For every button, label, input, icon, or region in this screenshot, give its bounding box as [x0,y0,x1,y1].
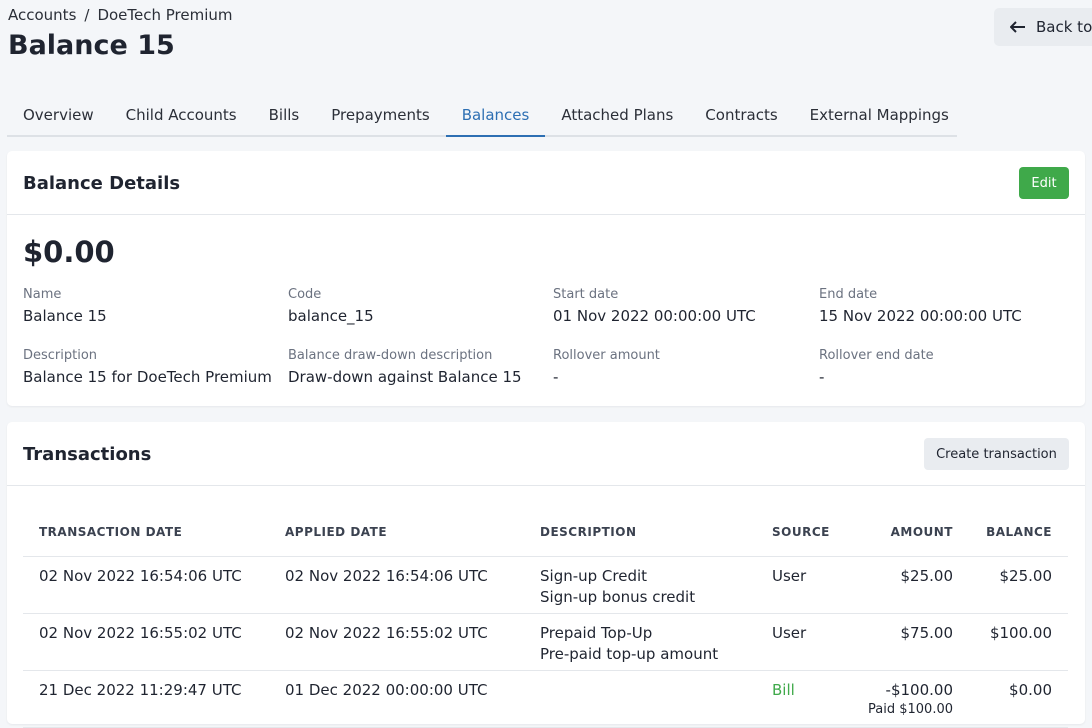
table-header-row: TRANSACTION DATE APPLIED DATE DESCRIPTIO… [23,508,1068,557]
cell-transaction-date: 21 Dec 2022 11:29:47 UTC [23,670,269,728]
arrow-left-icon [1010,21,1025,33]
balance-details-card: Balance Details Edit $0.00 Name Balance … [7,151,1085,406]
description-subtitle: Sign-up bonus credit [540,587,696,606]
table-row[interactable]: 02 Nov 2022 16:55:02 UTC 02 Nov 2022 16:… [23,613,1068,671]
cell-source: User [756,613,851,671]
column-header-source[interactable]: SOURCE [756,508,851,557]
tab-overview[interactable]: Overview [7,97,110,135]
transactions-table: TRANSACTION DATE APPLIED DATE DESCRIPTIO… [23,508,1068,728]
tab-child-accounts[interactable]: Child Accounts [110,97,253,135]
field-value: Draw-down against Balance 15 [288,368,522,386]
field-label: Balance draw-down description [288,348,493,363]
field-rollover-amount: Rollover amount - [553,348,660,386]
transactions-title: Transactions [23,444,152,465]
breadcrumb: Accounts / DoeTech Premium [8,6,233,24]
field-description: Description Balance 15 for DoeTech Premi… [23,348,272,386]
tab-balances[interactable]: Balances [445,97,546,137]
field-value: Balance 15 [23,307,107,325]
field-value: - [819,368,825,386]
description-title: Prepaid Top-Up [540,623,653,642]
table-row[interactable]: 21 Dec 2022 11:29:47 UTC 01 Dec 2022 00:… [23,670,1068,728]
amount-value: -$100.00 [885,680,953,699]
cell-balance: $100.00 [969,613,1068,671]
field-value: 15 Nov 2022 00:00:00 UTC [819,307,1022,325]
back-button-label: Back to [1036,18,1092,36]
breadcrumb-separator: / [84,6,90,24]
field-value: - [553,368,559,386]
cell-transaction-date: 02 Nov 2022 16:54:06 UTC [23,556,269,614]
create-transaction-button[interactable]: Create transaction [924,438,1069,470]
cell-applied-date: 02 Nov 2022 16:55:02 UTC [269,613,524,671]
tab-external-mappings[interactable]: External Mappings [794,97,965,135]
breadcrumb-current[interactable]: DoeTech Premium [97,6,232,24]
field-value: 01 Nov 2022 00:00:00 UTC [553,307,756,325]
tab-contracts[interactable]: Contracts [689,97,793,135]
field-label: Rollover end date [819,348,934,363]
field-label: Description [23,348,98,363]
column-header-description[interactable]: DESCRIPTION [524,508,756,557]
cell-amount: -$100.00 Paid $100.00 [851,670,969,728]
edit-button[interactable]: Edit [1019,167,1069,199]
cell-source: User [756,556,851,614]
cell-description [524,670,756,728]
description-subtitle: Pre-paid top-up amount [540,644,719,663]
description-title: Sign-up Credit [540,566,648,585]
amount-paid-note: Paid $100.00 [868,701,953,717]
field-start-date: Start date 01 Nov 2022 00:00:00 UTC [553,287,756,325]
cell-amount: $75.00 [851,613,969,671]
field-label: Rollover amount [553,348,660,363]
column-header-amount[interactable]: AMOUNT [851,508,969,557]
column-header-applied-date[interactable]: APPLIED DATE [269,508,524,557]
balance-details-title: Balance Details [23,173,181,194]
page-title: Balance 15 [8,30,175,61]
tab-prepayments[interactable]: Prepayments [315,97,445,135]
cell-transaction-date: 02 Nov 2022 16:55:02 UTC [23,613,269,671]
field-name: Name Balance 15 [23,287,107,325]
tab-bills[interactable]: Bills [253,97,316,135]
field-rollover-end-date: Rollover end date - [819,348,934,386]
cell-balance: $0.00 [969,670,1068,728]
column-header-balance[interactable]: BALANCE [969,508,1068,557]
field-drawdown-description: Balance draw-down description Draw-down … [288,348,522,386]
balance-details-header: Balance Details Edit [7,151,1085,215]
field-code: Code balance_15 [288,287,374,325]
table-row[interactable]: 02 Nov 2022 16:54:06 UTC 02 Nov 2022 16:… [23,556,1068,614]
field-value: balance_15 [288,307,374,325]
cell-source: Bill [756,670,851,728]
field-label: Code [288,287,322,302]
transactions-card: Transactions Create transaction TRANSACT… [7,422,1085,728]
field-end-date: End date 15 Nov 2022 00:00:00 UTC [819,287,1022,325]
cell-description: Prepaid Top-Up Pre-paid top-up amount [524,613,756,671]
tab-bar: Overview Child Accounts Bills Prepayment… [7,97,957,137]
field-value: Balance 15 for DoeTech Premium [23,368,272,386]
back-button[interactable]: Back to [994,8,1092,46]
source-bill-link[interactable]: Bill [772,681,795,699]
cell-amount: $25.00 [851,556,969,614]
cell-description: Sign-up Credit Sign-up bonus credit [524,556,756,614]
cell-applied-date: 01 Dec 2022 00:00:00 UTC [269,670,524,728]
column-header-transaction-date[interactable]: TRANSACTION DATE [23,508,269,557]
cell-balance: $25.00 [969,556,1068,614]
breadcrumb-accounts-link[interactable]: Accounts [8,6,76,24]
transactions-header: Transactions Create transaction [7,422,1085,486]
field-label: Start date [553,287,619,302]
field-label: Name [23,287,62,302]
cell-applied-date: 02 Nov 2022 16:54:06 UTC [269,556,524,614]
balance-amount: $0.00 [23,235,115,269]
tab-attached-plans[interactable]: Attached Plans [545,97,689,135]
field-label: End date [819,287,878,302]
